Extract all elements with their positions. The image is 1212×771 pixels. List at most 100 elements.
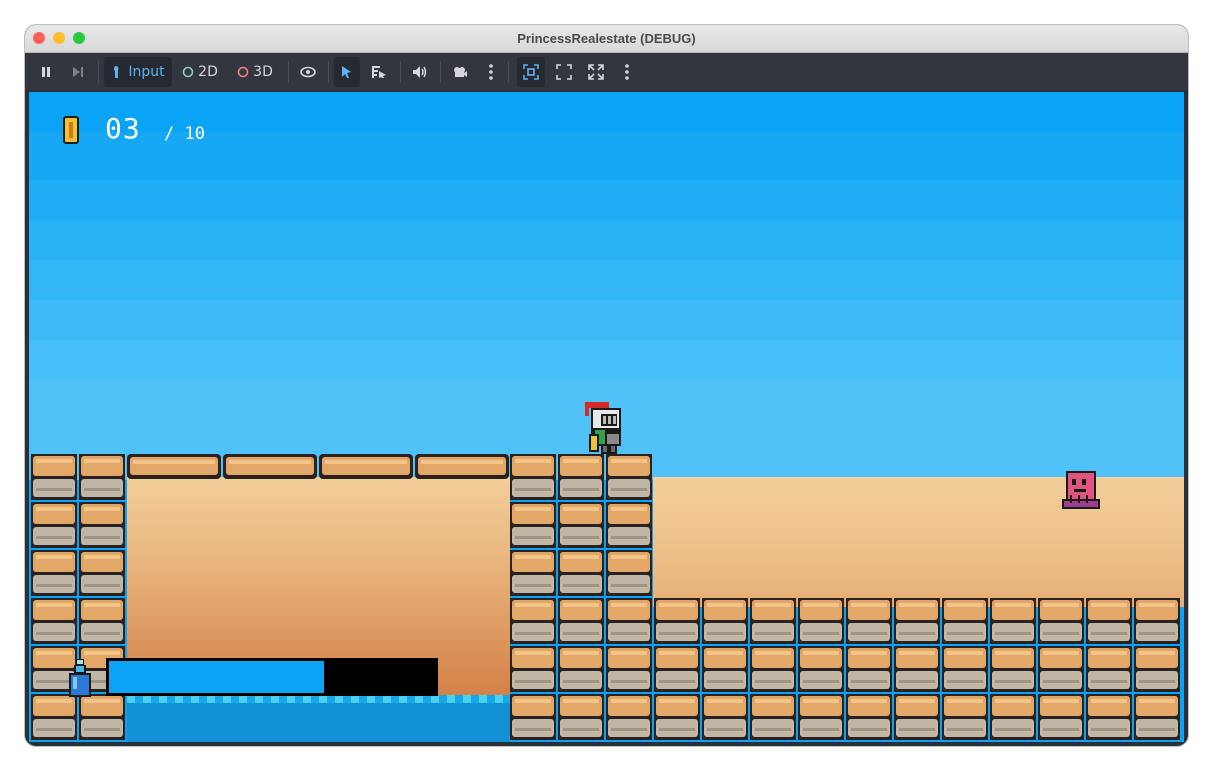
- stone-tile: [1134, 598, 1180, 644]
- stone-tile: [31, 550, 77, 596]
- stone-tile: [31, 502, 77, 548]
- pause-icon: [42, 67, 50, 77]
- focus-button[interactable]: [517, 57, 545, 87]
- more-icon: [489, 64, 493, 80]
- stone-tile: [750, 694, 796, 740]
- stone-tile: [654, 646, 700, 692]
- stone-tile: [654, 598, 700, 644]
- visibility-button[interactable]: [297, 57, 319, 87]
- expand-icon: [588, 64, 604, 80]
- window-title: PrincessRealestate (DEBUG): [517, 31, 696, 46]
- 3d-toggle-button[interactable]: 3D: [233, 57, 277, 87]
- stone-tile: [510, 598, 556, 644]
- coin-count: 03: [105, 112, 141, 145]
- 3d-circle-icon: [237, 66, 249, 78]
- more-icon: [625, 64, 629, 80]
- knight-player-sprite: [585, 402, 621, 454]
- pause-button[interactable]: [36, 57, 56, 87]
- stone-tile: [1134, 646, 1180, 692]
- more-button[interactable]: [483, 57, 499, 87]
- stone-tile: [1086, 598, 1132, 644]
- stone-tile: [31, 598, 77, 644]
- coin-total: / 10: [164, 124, 205, 144]
- game-viewport[interactable]: 03 / 10: [29, 92, 1184, 742]
- stone-tile: [606, 550, 652, 596]
- stone-tile: [894, 694, 940, 740]
- more-button[interactable]: [619, 57, 635, 87]
- octopus-enemy-sprite: [1062, 471, 1100, 509]
- stone-tile: [798, 598, 844, 644]
- toolbar-separator: [440, 61, 441, 83]
- toolbar-separator: [288, 61, 289, 83]
- input-toggle-label: Input: [128, 64, 165, 80]
- camera-icon: [454, 67, 467, 77]
- stone-tile: [798, 646, 844, 692]
- stone-tile: [990, 694, 1036, 740]
- stone-tile: [750, 598, 796, 644]
- stone-tile: [558, 454, 604, 500]
- 2d-toggle-label: 2D: [198, 64, 218, 80]
- stone-tile: [558, 598, 604, 644]
- toolbar-separator: [400, 61, 401, 83]
- list-select-button[interactable]: [368, 57, 390, 87]
- input-toggle-button[interactable]: Input: [104, 57, 172, 87]
- stone-tile: [1038, 598, 1084, 644]
- stone-tile: [558, 502, 604, 548]
- stone-tile: [79, 694, 125, 740]
- focus-icon: [523, 64, 539, 80]
- bridge-slab: [223, 454, 317, 479]
- bridge-slab: [415, 454, 509, 479]
- stone-tile: [558, 550, 604, 596]
- stone-tile: [750, 646, 796, 692]
- stone-tile: [606, 646, 652, 692]
- debug-toolbar: Input 2D 3D: [25, 53, 1188, 90]
- stone-tile: [79, 598, 125, 644]
- stone-tile: [606, 502, 652, 548]
- stone-tile: [654, 694, 700, 740]
- stone-tile: [702, 646, 748, 692]
- stone-tile: [942, 694, 988, 740]
- 2d-circle-icon: [182, 66, 194, 78]
- stone-tile: [558, 646, 604, 692]
- potion-icon: [69, 659, 91, 697]
- stone-tile: [1134, 694, 1180, 740]
- 2d-toggle-button[interactable]: 2D: [178, 57, 222, 87]
- game-window: PrincessRealestate (DEBUG) Input 2D 3D 0…: [25, 25, 1188, 746]
- stone-tile: [846, 646, 892, 692]
- camera-button[interactable]: [449, 57, 471, 87]
- pointer-hand-icon: [114, 66, 119, 78]
- stone-tile: [702, 694, 748, 740]
- stone-tile: [606, 694, 652, 740]
- next-frame-button[interactable]: [68, 57, 88, 87]
- stone-tile: [942, 646, 988, 692]
- stone-tile: [79, 502, 125, 548]
- stone-tile: [606, 454, 652, 500]
- stone-tile: [1086, 646, 1132, 692]
- fullscreen-button[interactable]: [553, 57, 575, 87]
- speaker-icon: [413, 66, 427, 78]
- stone-tile: [31, 454, 77, 500]
- stone-tile: [510, 502, 556, 548]
- fullscreen-icon: [556, 64, 572, 80]
- list-select-icon: [372, 66, 386, 78]
- stone-tile: [894, 598, 940, 644]
- bridge-slab: [319, 454, 413, 479]
- mana-meter: [106, 658, 438, 696]
- audio-button[interactable]: [409, 57, 431, 87]
- stone-tile: [510, 550, 556, 596]
- stone-tile: [79, 550, 125, 596]
- stone-tile: [990, 646, 1036, 692]
- stone-tile: [31, 694, 77, 740]
- stone-tile: [510, 454, 556, 500]
- toolbar-separator: [508, 61, 509, 83]
- stone-tile: [510, 646, 556, 692]
- toolbar-separator: [328, 61, 329, 83]
- coin-icon: [63, 116, 79, 144]
- stone-tile: [894, 646, 940, 692]
- 3d-toggle-label: 3D: [253, 64, 273, 80]
- expand-button[interactable]: [585, 57, 607, 87]
- eye-icon: [300, 66, 316, 78]
- mana-meter-fill: [109, 661, 324, 693]
- select-button[interactable]: [334, 57, 360, 87]
- select-arrow-icon: [342, 66, 351, 78]
